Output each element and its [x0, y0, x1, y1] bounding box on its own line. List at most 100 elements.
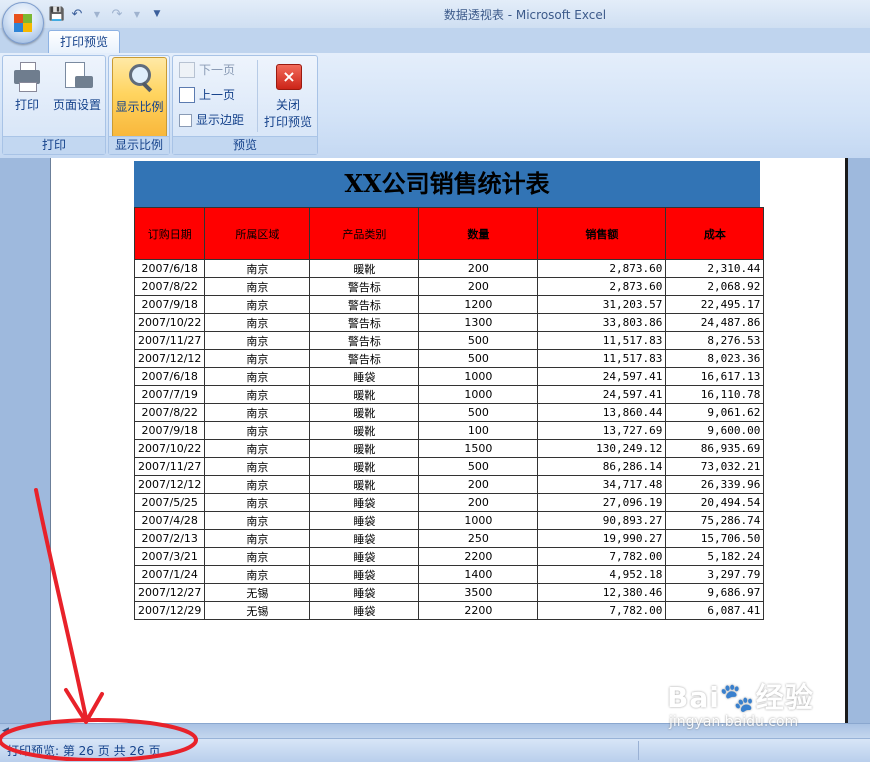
table-cell: 警告标: [309, 349, 420, 368]
table-cell: 1400: [418, 565, 539, 584]
ribbon-tab-row: 打印预览: [0, 28, 870, 54]
table-row: 2007/12/27 无锡 睡袋 3500 12,380.46 9,686.97: [133, 583, 765, 602]
office-logo-icon: [14, 14, 32, 32]
group-divider: [257, 60, 258, 132]
table-cell: 暖靴: [309, 421, 420, 440]
table-cell: 24,597.41: [537, 385, 667, 404]
table-cell: 73,032.21: [665, 457, 765, 476]
table-cell: 27,096.19: [537, 493, 667, 512]
zoom-button-label: 显示比例: [115, 100, 164, 114]
table-cell: 2,873.60: [537, 259, 667, 278]
table-cell: 11,517.83: [537, 349, 667, 368]
table-cell: 南京: [204, 295, 311, 314]
table-cell: 3,297.79: [665, 565, 765, 584]
print-group-label: 打印: [3, 136, 105, 154]
table-cell: 南京: [204, 367, 311, 386]
table-cell: 31,203.57: [537, 295, 667, 314]
table-cell: 暖靴: [309, 457, 420, 476]
table-row: 2007/10/22 南京 暖靴 1500 130,249.12 86,935.69: [133, 439, 765, 458]
office-button[interactable]: [2, 2, 44, 44]
table-cell: 睡袋: [309, 493, 420, 512]
table-cell: 南京: [204, 439, 311, 458]
table-row: 2007/6/18 南京 暖靴 200 2,873.60 2,310.44: [133, 259, 765, 278]
table-cell: 睡袋: [309, 529, 420, 548]
table-row: 2007/12/12 南京 警告标 500 11,517.83 8,023.36: [133, 349, 765, 368]
print-button[interactable]: 打印: [7, 58, 47, 113]
close-icon: ×: [272, 60, 304, 92]
tab-print-preview[interactable]: 打印预览: [48, 30, 120, 54]
page-setup-icon: [61, 60, 93, 92]
next-page-button[interactable]: 下一页: [179, 60, 235, 80]
scroll-left-icon[interactable]: ◀: [2, 726, 12, 737]
table-cell: 2007/6/18: [133, 367, 206, 386]
print-preview-area[interactable]: XX公司销售统计表 订购日期 所属区域 产品类别 数量 销售额 成本 2007/…: [0, 158, 870, 723]
previous-page-button[interactable]: 上一页: [179, 85, 235, 105]
header-category: 产品类别: [309, 207, 420, 260]
table-cell: 200: [418, 277, 539, 296]
table-cell: 20,494.54: [665, 493, 765, 512]
previous-page-icon: [179, 87, 195, 103]
table-cell: 南京: [204, 547, 311, 566]
table-cell: 3500: [418, 583, 539, 602]
close-label-line1: 关闭: [275, 98, 300, 112]
table-cell: 200: [418, 493, 539, 512]
table-cell: 南京: [204, 385, 311, 404]
previous-page-label: 上一页: [199, 88, 236, 102]
table-row: 2007/12/29 无锡 睡袋 2200 7,782.00 6,087.41: [133, 601, 765, 620]
show-margins-checkbox[interactable]: 显示边距: [179, 110, 244, 130]
table-cell: 75,286.74: [665, 511, 765, 530]
table-row: 2007/9/18 南京 暖靴 100 13,727.69 9,600.00: [133, 421, 765, 440]
table-cell: 7,782.00: [537, 601, 667, 620]
table-cell: 2007/8/22: [133, 277, 206, 296]
table-cell: 1500: [418, 439, 539, 458]
table-cell: 2007/5/25: [133, 493, 206, 512]
table-cell: 2007/4/28: [133, 511, 206, 530]
table-row: 2007/9/18 南京 警告标 1200 31,203.57 22,495.17: [133, 295, 765, 314]
status-text: 打印预览: 第 26 页 共 26 页: [7, 744, 161, 758]
table-cell: 200: [418, 475, 539, 494]
table-cell: 90,893.27: [537, 511, 667, 530]
table-cell: 南京: [204, 457, 311, 476]
table-cell: 2007/10/22: [133, 439, 206, 458]
next-page-icon: [179, 62, 195, 78]
table-cell: 南京: [204, 493, 311, 512]
table-row: 2007/11/27 南京 暖靴 500 86,286.14 73,032.21: [133, 457, 765, 476]
table-cell: 2007/6/18: [133, 259, 206, 278]
table-header-row: 订购日期 所属区域 产品类别 数量 销售额 成本: [133, 207, 765, 260]
header-region: 所属区域: [204, 207, 311, 260]
table-cell: 2,068.92: [665, 277, 765, 296]
table-cell: 1000: [418, 367, 539, 386]
table-cell: 警告标: [309, 277, 420, 296]
table-row: 2007/4/28 南京 睡袋 1000 90,893.27 75,286.74: [133, 511, 765, 530]
table-cell: 1000: [418, 385, 539, 404]
table-cell: 1000: [418, 511, 539, 530]
printer-icon: [11, 60, 43, 92]
status-bar: 打印预览: 第 26 页 共 26 页: [0, 738, 870, 762]
table-cell: 睡袋: [309, 583, 420, 602]
watermark-logo: Bai🐾经验: [667, 681, 814, 714]
table-cell: 暖靴: [309, 259, 420, 278]
table-cell: 南京: [204, 313, 311, 332]
table-row: 2007/2/13 南京 睡袋 250 19,990.27 15,706.50: [133, 529, 765, 548]
table-cell: 2,310.44: [665, 259, 765, 278]
table-cell: 2007/12/12: [133, 349, 206, 368]
table-row: 2007/11/27 南京 警告标 500 11,517.83 8,276.53: [133, 331, 765, 350]
preview-group-label: 预览: [173, 136, 317, 154]
table-cell: 南京: [204, 403, 311, 422]
table-cell: 警告标: [309, 313, 420, 332]
table-cell: 5,182.24: [665, 547, 765, 566]
table-cell: 1300: [418, 313, 539, 332]
close-print-preview-button[interactable]: × 关闭 打印预览: [261, 58, 315, 130]
zoom-group: 显示比例 显示比例: [108, 55, 170, 155]
table-cell: 9,686.97: [665, 583, 765, 602]
table-row: 2007/12/12 南京 暖靴 200 34,717.48 26,339.96: [133, 475, 765, 494]
table-cell: 500: [418, 403, 539, 422]
table-cell: 22,495.17: [665, 295, 765, 314]
header-order-date: 订购日期: [133, 207, 206, 260]
table-cell: 250: [418, 529, 539, 548]
page-setup-button[interactable]: 页面设置: [49, 58, 105, 113]
table-cell: 86,935.69: [665, 439, 765, 458]
checkbox-icon: [179, 113, 192, 127]
zoom-button[interactable]: 显示比例: [112, 57, 167, 139]
table-cell: 12,380.46: [537, 583, 667, 602]
